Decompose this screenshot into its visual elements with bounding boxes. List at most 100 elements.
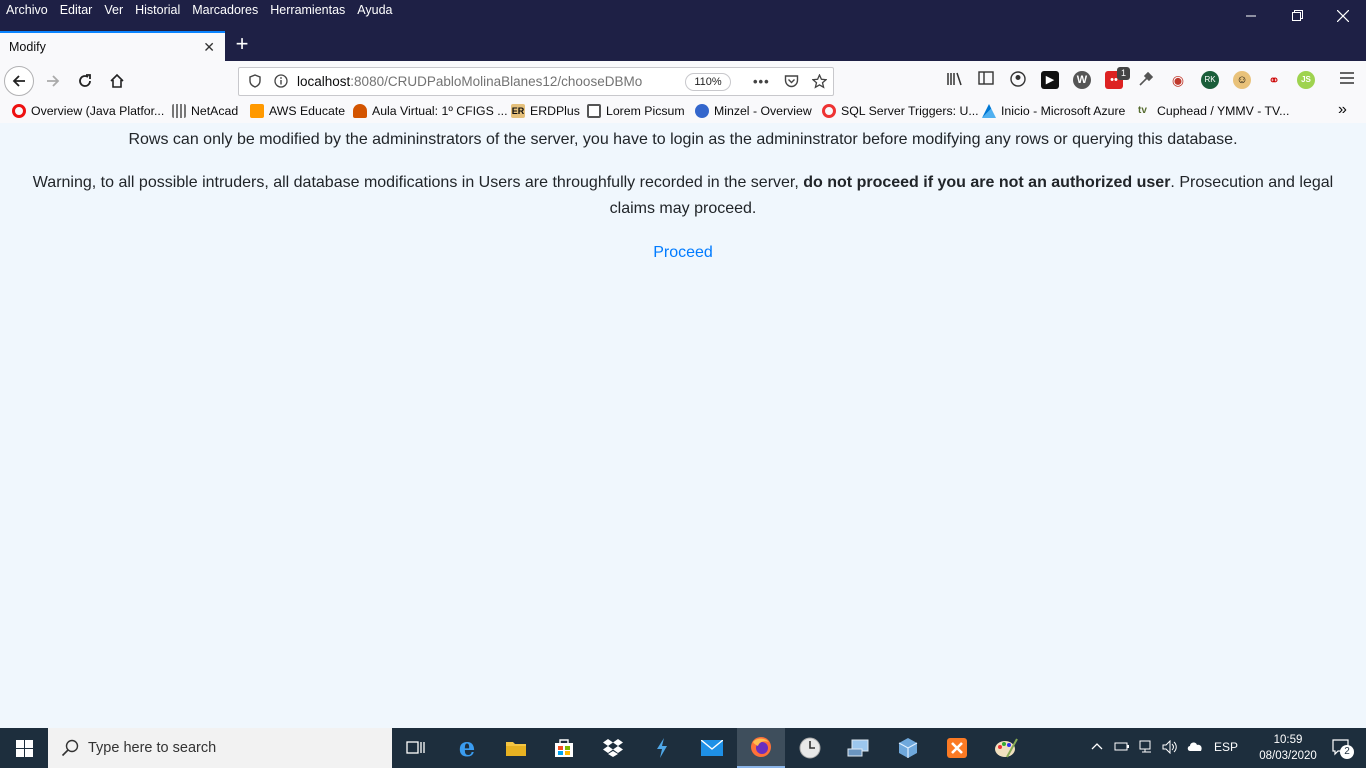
menu-bar: Archivo Editar Ver Historial Marcadores …: [0, 0, 1366, 31]
warning-text: Warning, to all possible intruders, all …: [32, 174, 804, 191]
bookmark-label: Inicio - Microsoft Azure: [1001, 104, 1126, 118]
restore-icon: [1291, 10, 1303, 21]
url-bar[interactable]: localhost:8080/CRUDPabloMolinaBlanes12/c…: [238, 67, 834, 96]
url-text[interactable]: localhost:8080/CRUDPabloMolinaBlanes12/c…: [297, 74, 677, 89]
green-extension-icon[interactable]: RK: [1201, 71, 1219, 89]
task-view-button[interactable]: [392, 728, 440, 768]
tampermonkey-icon[interactable]: ☺: [1233, 71, 1251, 89]
menu-ayuda[interactable]: Ayuda: [357, 3, 392, 17]
clock-app-icon: [799, 737, 821, 759]
bookmark-star-icon[interactable]: [810, 73, 828, 90]
proceed-link[interactable]: Proceed: [653, 244, 713, 261]
url-path: :8080/CRUDPabloMolinaBlanes12/chooseDBMo: [350, 74, 643, 89]
taskbar: Type here to search e ESP 10:59 08/03/20…: [0, 728, 1366, 768]
proceed-row: Proceed: [0, 241, 1366, 265]
menu-ver[interactable]: Ver: [104, 3, 123, 17]
ethernet-icon: [1139, 740, 1151, 753]
cube-icon: [898, 738, 918, 758]
battery-status[interactable]: [1114, 740, 1130, 755]
js-extension-icon[interactable]: JS: [1297, 71, 1315, 89]
system-clock[interactable]: 10:59 08/03/2020: [1254, 732, 1322, 764]
bookmark-erdplus[interactable]: ER ERDPlus: [511, 104, 580, 118]
computer-network-icon: [847, 739, 869, 757]
taskbar-search[interactable]: Type here to search: [48, 728, 392, 768]
bookmarks-overflow-icon[interactable]: »: [1338, 101, 1347, 119]
bookmark-sql-triggers[interactable]: SQL Server Triggers: U...: [822, 104, 979, 118]
action-center-button[interactable]: 2: [1318, 728, 1366, 768]
taskbar-virtualbox[interactable]: [884, 728, 932, 768]
show-hidden-icons[interactable]: [1091, 740, 1103, 754]
forward-button[interactable]: [38, 66, 68, 96]
taskbar-mail[interactable]: [688, 728, 736, 768]
folder-icon: [506, 742, 526, 756]
taskbar-dropbox[interactable]: [589, 728, 637, 768]
taskbar-network-tool[interactable]: [835, 728, 883, 768]
bookmark-label: Aula Virtual: 1º CFIGS ...: [372, 104, 508, 118]
pocket-icon[interactable]: [783, 74, 799, 90]
hamburger-menu-icon[interactable]: [1338, 71, 1356, 89]
network-status[interactable]: [1139, 740, 1155, 757]
input-language[interactable]: ESP: [1214, 740, 1238, 754]
eye-extension-icon[interactable]: ◉: [1169, 71, 1187, 89]
bookmark-aula-virtual[interactable]: Aula Virtual: 1º CFIGS ...: [353, 104, 507, 118]
bookmark-netacad[interactable]: NetAcad: [172, 104, 238, 118]
bookmark-lorem-picsum[interactable]: Lorem Picsum: [587, 104, 685, 118]
bookmark-label: Lorem Picsum: [606, 104, 685, 118]
menu-herramientas[interactable]: Herramientas: [270, 3, 345, 17]
mail-icon: [701, 740, 723, 756]
bookmark-azure[interactable]: Inicio - Microsoft Azure: [982, 104, 1125, 118]
account-icon[interactable]: [1009, 71, 1027, 89]
taskbar-clock-app[interactable]: [786, 728, 834, 768]
aws-cube-icon: [250, 104, 264, 118]
tab-strip: Modify ✕ +: [0, 31, 1366, 61]
start-button[interactable]: [0, 728, 48, 768]
task-view-icon: [406, 741, 425, 754]
taskbar-paint[interactable]: [982, 728, 1030, 768]
link-extension-icon[interactable]: ⚭: [1265, 71, 1283, 89]
minimize-button[interactable]: [1228, 0, 1274, 31]
clock-time: 10:59: [1273, 734, 1303, 746]
zoom-indicator[interactable]: 110%: [685, 73, 731, 91]
bookmark-cuphead[interactable]: tv Cuphead / YMMV - TV...: [1138, 104, 1289, 118]
w-extension-icon[interactable]: W: [1073, 71, 1091, 89]
oracle-icon: [12, 104, 26, 118]
page-actions-icon[interactable]: •••: [753, 74, 769, 90]
taskbar-visual-studio[interactable]: [638, 728, 686, 768]
bookmark-aws-educate[interactable]: AWS Educate: [250, 104, 345, 118]
reload-button[interactable]: [70, 66, 100, 96]
new-tab-button[interactable]: +: [230, 33, 254, 57]
taskbar-file-explorer[interactable]: [492, 728, 540, 768]
home-button[interactable]: [102, 66, 132, 96]
dropbox-icon: [603, 739, 623, 757]
moodle-icon: [353, 104, 367, 118]
tab-title: Modify: [9, 40, 46, 54]
onedrive-status[interactable]: [1186, 740, 1204, 755]
tracking-protection-icon[interactable]: [247, 74, 263, 90]
menu-historial[interactable]: Historial: [135, 3, 180, 17]
taskbar-xampp[interactable]: [933, 728, 981, 768]
menu-marcadores[interactable]: Marcadores: [192, 3, 258, 17]
close-window-button[interactable]: [1320, 0, 1366, 31]
restore-button[interactable]: [1274, 0, 1320, 31]
tab-modify[interactable]: Modify ✕: [0, 31, 225, 61]
menu-archivo[interactable]: Archivo: [6, 3, 48, 17]
site-info-icon[interactable]: [273, 74, 289, 90]
speaker-icon: [1162, 739, 1177, 755]
forward-arrow-icon: [47, 75, 60, 87]
bookmark-label: Overview (Java Platfor...: [31, 104, 165, 118]
library-icon[interactable]: [946, 71, 964, 89]
back-button[interactable]: [4, 66, 34, 96]
eyedropper-icon[interactable]: [1137, 71, 1155, 89]
bookmark-java-overview[interactable]: Overview (Java Platfor...: [12, 104, 164, 118]
volume-control[interactable]: [1162, 739, 1178, 757]
bookmarks-toolbar: Overview (Java Platfor... NetAcad AWS Ed…: [0, 101, 1366, 123]
tab-close-icon[interactable]: ✕: [203, 39, 215, 56]
taskbar-store[interactable]: [540, 728, 588, 768]
video-extension-icon[interactable]: ▶: [1041, 71, 1059, 89]
sidebar-icon[interactable]: [977, 71, 995, 89]
taskbar-edge[interactable]: e: [443, 728, 491, 768]
taskbar-firefox[interactable]: [737, 728, 785, 768]
bookmark-minzel[interactable]: Minzel - Overview: [695, 104, 812, 118]
clock-date: 08/03/2020: [1259, 750, 1317, 762]
menu-editar[interactable]: Editar: [60, 3, 93, 17]
